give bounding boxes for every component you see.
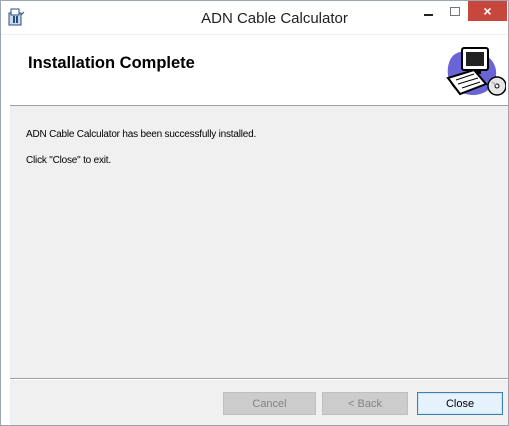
installer-window: ADN Cable Calculator × Installation Comp… [0,0,509,426]
page-title: Installation Complete [28,54,195,72]
close-window-button[interactable]: × [468,1,507,21]
maximize-button[interactable] [442,1,468,22]
left-strip [1,35,10,425]
computer-cd-icon [440,40,507,100]
content-area: ADN Cable Calculator has been successful… [10,106,508,378]
minimize-icon [423,13,433,16]
exit-instruction: Click "Close" to exit. [26,155,111,166]
maximize-icon [450,7,460,16]
close-button[interactable]: Close [417,392,503,415]
divider [10,378,508,380]
back-button[interactable]: < Back [322,392,408,415]
close-icon: × [483,3,492,19]
success-message: ADN Cable Calculator has been successful… [26,129,257,140]
cancel-button[interactable]: Cancel [223,392,316,415]
title-bar[interactable]: ADN Cable Calculator × [1,1,508,34]
minimize-button[interactable] [415,1,441,22]
header-banner: Installation Complete [10,35,508,106]
